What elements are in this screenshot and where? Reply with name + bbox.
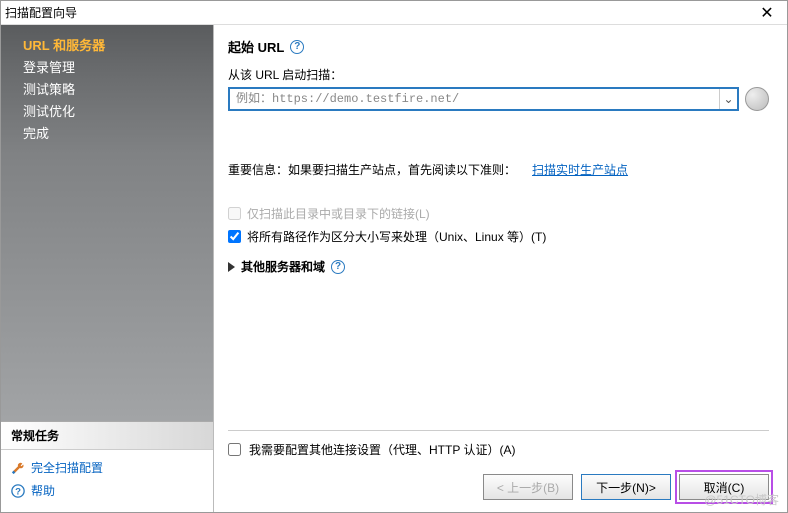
important-info-text: 重要信息：如果要扫描生产站点，首先阅读以下准则： (228, 161, 516, 178)
start-url-label: 从该 URL 启动扫描： (228, 66, 769, 83)
task-help[interactable]: ? 帮助 (11, 479, 203, 502)
go-button[interactable] (745, 87, 769, 111)
checkbox-label: 将所有路径作为区分大小写来处理（Unix、Linux 等）(T) (247, 228, 546, 245)
checkbox-only-under-dir: 仅扫描此目录中或目录下的链接(L) (228, 202, 769, 225)
tasks-header: 常规任务 (1, 421, 213, 449)
svg-text:?: ? (15, 486, 21, 497)
help-icon[interactable]: ? (331, 260, 345, 274)
nav-item-test-optimize[interactable]: 测试优化 (23, 101, 213, 123)
scan-production-guidelines-link[interactable]: 扫描实时生产站点 (532, 161, 628, 178)
checkbox-connection-settings[interactable] (228, 443, 241, 456)
wizard-steps-nav: URL 和服务器 登录管理 测试策略 测试优化 完成 (1, 25, 213, 155)
checkbox-label: 仅扫描此目录中或目录下的链接(L) (247, 205, 430, 222)
task-label: 帮助 (31, 482, 55, 499)
nav-item-url-servers[interactable]: URL 和服务器 (23, 35, 213, 57)
section-title: 起始 URL (228, 37, 284, 56)
task-label: 完全扫描配置 (31, 459, 103, 476)
expand-other-servers[interactable]: 其他服务器和域 ? (228, 258, 769, 275)
help-icon: ? (11, 484, 25, 498)
nav-item-complete[interactable]: 完成 (23, 123, 213, 145)
expand-label: 其他服务器和域 (241, 258, 325, 275)
window-title: 扫描配置向导 (5, 4, 751, 21)
nav-item-test-policy[interactable]: 测试策略 (23, 79, 213, 101)
task-full-scan-config[interactable]: 完全扫描配置 (11, 456, 203, 479)
chevron-down-icon[interactable]: ⌄ (719, 89, 737, 109)
checkbox-case-sensitive[interactable]: 将所有路径作为区分大小写来处理（Unix、Linux 等）(T) (228, 225, 769, 248)
wrench-icon (11, 461, 25, 475)
nav-item-login[interactable]: 登录管理 (23, 57, 213, 79)
triangle-right-icon (228, 262, 235, 272)
checkbox-input[interactable] (228, 230, 241, 243)
checkbox-input (228, 207, 241, 220)
back-button: < 上一步(B) (483, 474, 573, 500)
close-icon[interactable]: ✕ (751, 3, 783, 23)
help-icon[interactable]: ? (290, 40, 304, 54)
start-url-input[interactable] (230, 92, 719, 106)
cancel-button[interactable]: 取消(C) (679, 474, 769, 500)
next-button[interactable]: 下一步(N)> (581, 474, 671, 500)
checkbox-label: 我需要配置其他连接设置（代理、HTTP 认证）(A) (249, 441, 515, 458)
